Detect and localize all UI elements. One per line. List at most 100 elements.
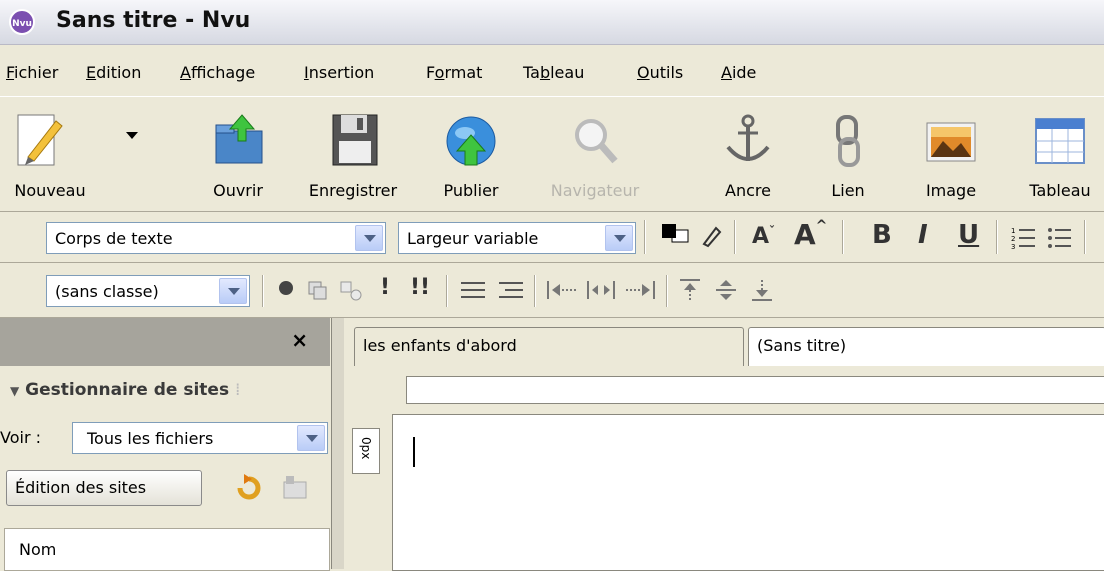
font-larger-icon[interactable]: A^ — [794, 218, 827, 251]
nvu-logo-icon: Nvu — [9, 9, 35, 35]
close-icon[interactable]: × — [291, 328, 308, 352]
title-bar: Nvu Sans titre - Nvu — [0, 0, 1104, 45]
menu-fichier[interactable]: Fichier — [6, 63, 58, 82]
menu-aide[interactable]: Aide — [721, 63, 756, 82]
chevron-down-icon[interactable] — [605, 225, 633, 251]
column-name[interactable]: Nom — [19, 540, 56, 559]
publish-globe-icon — [446, 116, 496, 166]
bullet-list-icon[interactable] — [1046, 224, 1072, 250]
triangle-down-icon[interactable]: ▼ — [10, 384, 19, 398]
save-label: Enregistrer — [308, 181, 398, 200]
table-icon — [1035, 118, 1085, 164]
align-right-icon[interactable] — [496, 279, 526, 301]
paragraph-style-select[interactable]: Corps de texte — [46, 222, 386, 254]
browse-label: Navigateur — [550, 181, 640, 200]
font-select[interactable]: Largeur variable — [398, 222, 636, 254]
anchor-label: Ancre — [725, 181, 771, 200]
separator — [534, 275, 536, 307]
margin-both-icon[interactable] — [584, 279, 618, 301]
very-important-icon[interactable]: !! — [410, 275, 430, 300]
bold-button[interactable]: B — [872, 220, 892, 250]
margin-right-icon[interactable] — [624, 279, 658, 301]
menu-tableau[interactable]: Tableau — [523, 63, 584, 82]
browse-button[interactable]: Navigateur — [540, 103, 650, 207]
open-label: Ouvrir — [213, 181, 263, 200]
publish-label: Publier — [443, 181, 499, 200]
edit-sites-label: Édition des sites — [15, 478, 147, 497]
link-button[interactable]: Lien — [818, 103, 878, 207]
paragraph-style-value: Corps de texte — [55, 229, 173, 248]
highlight-icon[interactable] — [700, 224, 722, 248]
underline-button[interactable]: U — [958, 220, 979, 250]
css-class-value: (sans classe) — [55, 282, 159, 301]
numbered-list-icon[interactable]: 1 2 3 — [1010, 224, 1036, 250]
site-manager-title-text: Gestionnaire de sites — [25, 380, 230, 400]
align-left-icon[interactable] — [458, 279, 488, 301]
floppy-disk-icon — [332, 114, 378, 166]
document-canvas[interactable] — [392, 414, 1104, 571]
tab-sans-titre[interactable]: (Sans titre) — [748, 327, 1104, 366]
chevron-down-icon[interactable] — [355, 225, 383, 251]
tab-label: les enfants d'abord — [363, 336, 517, 355]
separator — [734, 220, 736, 254]
italic-button[interactable]: I — [918, 220, 928, 250]
publish-button[interactable]: Publier — [430, 103, 512, 207]
separator — [1084, 220, 1086, 254]
margin-left-icon[interactable] — [544, 279, 578, 301]
id-icon[interactable] — [276, 279, 300, 301]
separator — [446, 275, 448, 307]
separator — [666, 275, 668, 307]
window-title: Sans titre - Nvu — [56, 8, 251, 33]
font-smaller-icon[interactable]: Aˇ — [752, 224, 775, 249]
svg-text:Nvu: Nvu — [12, 19, 32, 29]
chevron-down-icon[interactable] — [219, 278, 247, 304]
chevron-down-icon[interactable] — [125, 131, 139, 141]
file-list-header: Nom — [4, 528, 330, 571]
copy-style-icon[interactable] — [306, 279, 330, 301]
table-label: Tableau — [1029, 181, 1091, 200]
vertical-ruler: 0px — [352, 428, 380, 474]
table-button[interactable]: Tableau — [1016, 103, 1104, 207]
image-icon — [926, 122, 976, 162]
link-label: Lien — [831, 181, 865, 200]
panel-splitter[interactable] — [331, 318, 345, 569]
menu-affichage[interactable]: Affichage — [180, 63, 255, 82]
image-button[interactable]: Image — [914, 103, 988, 207]
svg-text:2: 2 — [1011, 235, 1015, 243]
grip-icon: ⁞ — [235, 380, 241, 400]
publish-site-icon[interactable] — [280, 472, 310, 502]
css-class-select[interactable]: (sans classe) — [46, 275, 250, 307]
edit-sites-button[interactable]: Édition des sites — [6, 470, 202, 506]
file-filter-value: Tous les fichiers — [87, 429, 214, 448]
tab-label: (Sans titre) — [757, 336, 847, 355]
refresh-icon[interactable] — [234, 472, 264, 502]
open-folder-icon — [215, 114, 263, 164]
file-filter-select[interactable]: Tous les fichiers — [72, 422, 328, 454]
tab-les-enfants[interactable]: les enfants d'abord — [354, 327, 744, 366]
class-toolbar: (sans classe) ! !! — [0, 263, 1104, 318]
format-toolbar: Corps de texte Largeur variable Aˇ A^ B … — [0, 212, 1104, 263]
paste-style-icon[interactable] — [338, 279, 364, 301]
valign-top-icon[interactable] — [676, 277, 704, 303]
separator — [996, 220, 998, 254]
site-manager-title[interactable]: ▼ Gestionnaire de sites ⁞ — [10, 380, 240, 400]
open-button[interactable]: Ouvrir — [198, 103, 278, 207]
save-button[interactable]: Enregistrer — [300, 103, 406, 207]
menu-outils[interactable]: Outils — [637, 63, 683, 82]
valign-bottom-icon[interactable] — [748, 277, 776, 303]
menu-insertion[interactable]: Insertion — [304, 63, 374, 82]
anchor-button[interactable]: Ancre — [714, 103, 782, 207]
image-label: Image — [925, 181, 977, 200]
text-color-icon[interactable] — [658, 222, 692, 252]
menu-edition[interactable]: Edition — [86, 63, 141, 82]
new-document-icon — [17, 114, 63, 166]
new-button[interactable]: Nouveau — [0, 103, 138, 207]
separator — [644, 220, 646, 254]
menu-format[interactable]: Format — [426, 63, 482, 82]
important-icon[interactable]: ! — [380, 275, 390, 300]
horizontal-ruler — [406, 376, 1104, 404]
font-value: Largeur variable — [407, 229, 539, 248]
valign-middle-icon[interactable] — [712, 277, 740, 303]
svg-text:1: 1 — [1011, 227, 1015, 235]
chevron-down-icon[interactable] — [297, 425, 325, 451]
